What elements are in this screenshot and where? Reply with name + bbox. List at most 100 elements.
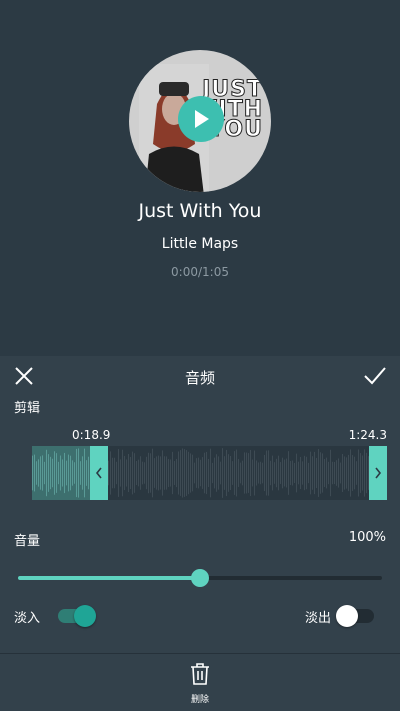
waveform-bar (70, 455, 71, 491)
waveform-bar (138, 459, 139, 487)
waveform-bar (38, 459, 39, 487)
waveform-bar (202, 457, 203, 489)
waveform-bar (62, 459, 63, 487)
waveform-bar (32, 455, 33, 491)
waveform-bar (318, 449, 319, 497)
fade-out-toggle-knob[interactable] (336, 605, 358, 627)
waveform-bar (230, 455, 231, 491)
waveform-bar (46, 449, 47, 497)
waveform-bar (198, 457, 199, 489)
waveform-bar (144, 462, 145, 484)
waveform[interactable] (32, 446, 386, 500)
waveform-bar (258, 462, 259, 484)
waveform-bar (146, 456, 147, 490)
waveform-bar (206, 451, 207, 495)
trim-start-handle[interactable] (90, 446, 108, 500)
waveform-bar (162, 450, 163, 496)
volume-slider-thumb[interactable] (191, 569, 209, 587)
waveform-bar (170, 459, 171, 487)
waveform-bar (86, 460, 87, 486)
waveform-bar (278, 455, 279, 491)
confirm-button[interactable] (362, 364, 388, 388)
waveform-bar (360, 453, 361, 493)
waveform-bars (32, 448, 385, 498)
waveform-bar (310, 451, 311, 495)
waveform-bar (276, 458, 277, 488)
waveform-bar (306, 456, 307, 490)
waveform-bar (352, 455, 353, 491)
waveform-bar (82, 456, 83, 490)
waveform-bar (218, 456, 219, 490)
waveform-bar (322, 453, 323, 493)
waveform-bar (40, 456, 41, 490)
trim-end-handle[interactable] (369, 446, 387, 500)
chevron-left-icon (95, 467, 102, 479)
waveform-bar (344, 456, 345, 490)
waveform-bar (156, 456, 157, 490)
waveform-bar (356, 461, 357, 485)
waveform-bar (182, 448, 183, 498)
waveform-bar (72, 460, 73, 486)
waveform-bar (192, 454, 193, 492)
waveform-bar (80, 461, 81, 485)
waveform-bar (180, 450, 181, 496)
waveform-bar (54, 451, 55, 495)
waveform-bar (220, 461, 221, 485)
waveform-bar (274, 462, 275, 484)
waveform-bar (284, 459, 285, 487)
waveform-bar (338, 458, 339, 488)
waveform-bar (254, 450, 255, 496)
waveform-bar (48, 454, 49, 492)
waveform-bar (122, 449, 123, 497)
waveform-bar (324, 458, 325, 488)
waveform-bar (272, 455, 273, 491)
waveform-bar (320, 452, 321, 494)
waveform-bar (264, 454, 265, 492)
waveform-bar (196, 458, 197, 488)
volume-label: 音量 (14, 534, 41, 549)
waveform-bar (148, 452, 149, 494)
waveform-bar (252, 459, 253, 487)
waveform-bar (152, 448, 153, 498)
waveform-bar (184, 449, 185, 497)
waveform-bar (246, 452, 247, 494)
audio-panel: 音频 剪辑 0:18.9 1:24.3 音量 100% 淡入 淡出 删除 (0, 356, 400, 711)
waveform-bar (250, 449, 251, 497)
waveform-bar (130, 456, 131, 490)
play-button[interactable] (178, 96, 224, 142)
waveform-bar (266, 450, 267, 496)
waveform-bar (238, 459, 239, 487)
waveform-bar (166, 456, 167, 490)
waveform-bar (52, 458, 53, 488)
waveform-bar (176, 458, 177, 488)
waveform-bar (60, 455, 61, 491)
waveform-bar (128, 453, 129, 493)
waveform-bar (364, 449, 365, 497)
waveform-bar (44, 461, 45, 485)
waveform-bar (118, 449, 119, 497)
waveform-bar (74, 462, 75, 484)
waveform-bar (270, 460, 271, 486)
waveform-bar (294, 462, 295, 484)
song-title: Just With You (138, 200, 262, 222)
waveform-bar (194, 462, 195, 484)
waveform-bar (160, 456, 161, 490)
fade-in-toggle-knob[interactable] (74, 605, 96, 627)
trim-label: 剪辑 (14, 401, 41, 416)
waveform-bar (68, 454, 69, 492)
delete-button[interactable]: 删除 (182, 662, 218, 705)
waveform-bar (302, 461, 303, 485)
waveform-bar (164, 456, 165, 490)
waveform-bar (214, 457, 215, 489)
waveform-bar (280, 462, 281, 484)
waveform-bar (112, 457, 113, 489)
waveform-bar (216, 454, 217, 492)
waveform-bar (308, 462, 309, 484)
waveform-bar (120, 459, 121, 487)
waveform-bar (358, 449, 359, 497)
player-area: JUST WITH YOU Just With You Little Maps … (0, 0, 400, 356)
waveform-bar (298, 461, 299, 485)
waveform-bar (168, 459, 169, 487)
trim-end-time: 1:24.3 (348, 428, 387, 442)
waveform-bar (268, 450, 269, 496)
